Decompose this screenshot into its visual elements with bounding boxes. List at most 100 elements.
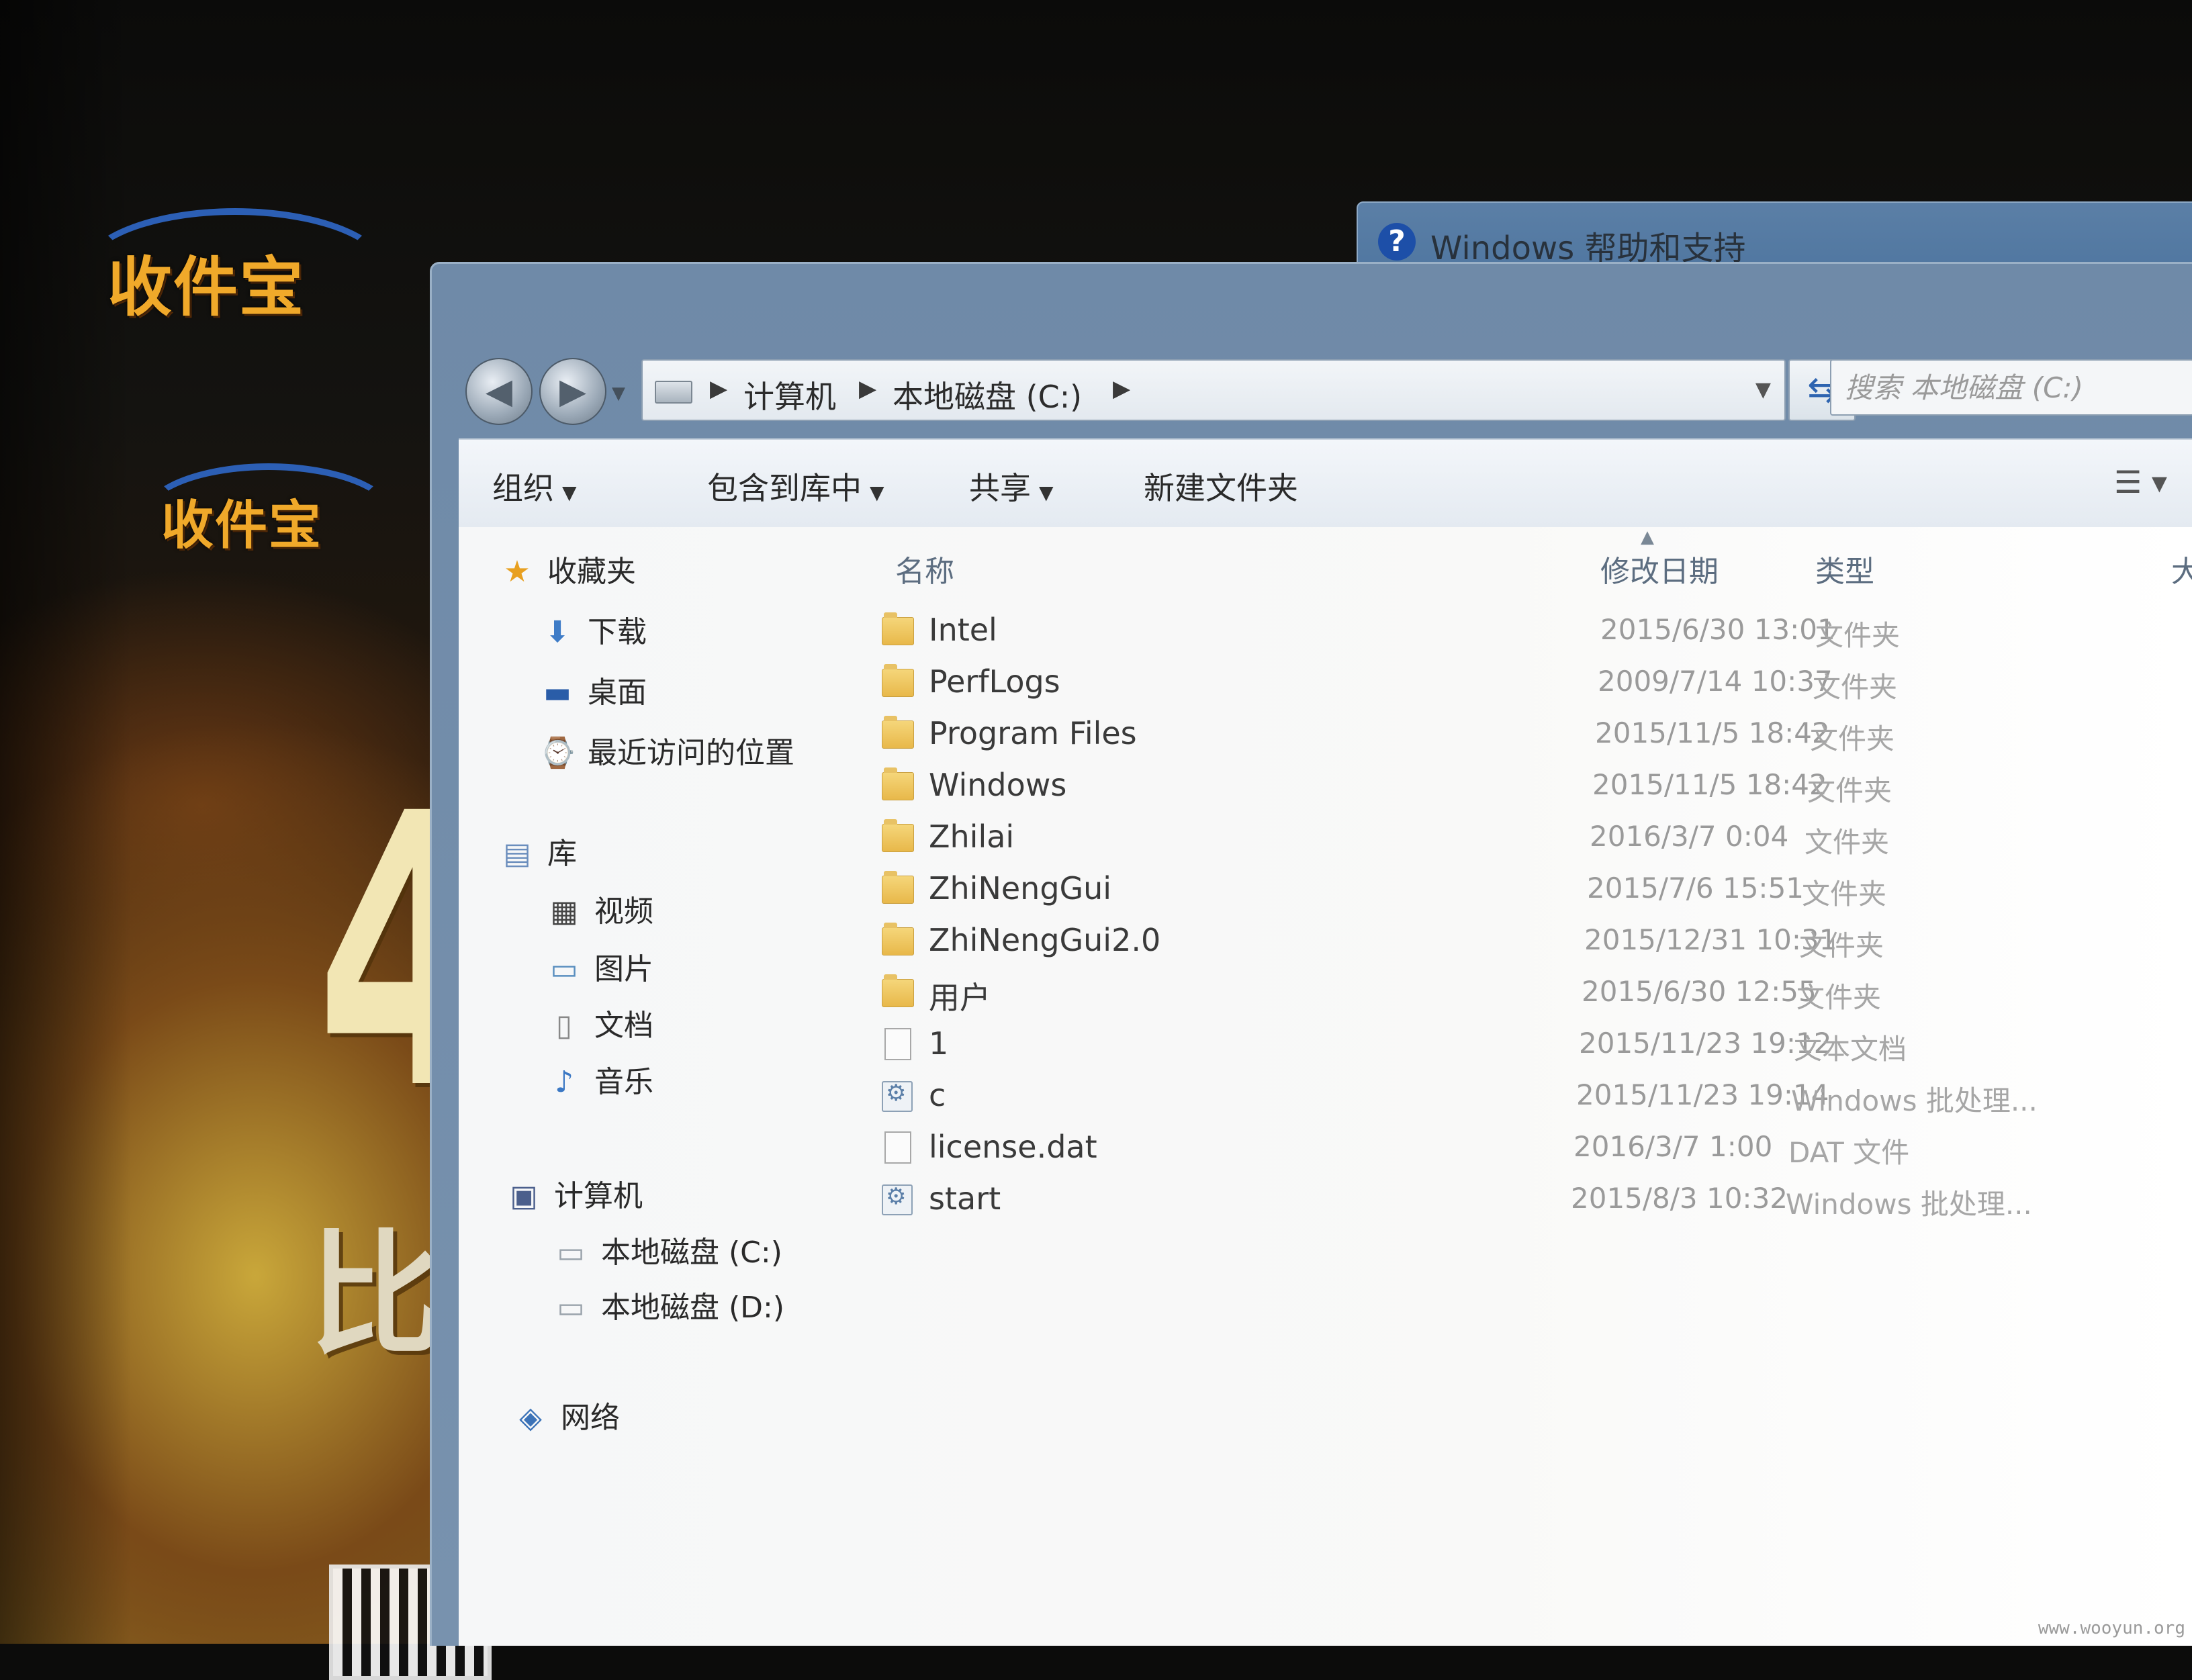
file-row[interactable]: Program Files 2015/11/5 18:42 文件夹 [875,711,2192,762]
file-row[interactable]: ZhiNengGui 2015/7/6 15:51 文件夹 [875,866,2192,917]
network-icon: ◈ [519,1401,542,1435]
kiosk-big-character: 比 [309,1217,444,1374]
nav-music-label: 音乐 [594,1065,653,1099]
nav-favorites-label: 收藏夹 [547,555,636,589]
file-row[interactable]: ZhiNengGui2.0 2015/12/31 10:31 文件夹 [875,918,2192,969]
file-list: ▲ 名称 修改日期 类型 大 Intel 2015/6/30 13:01 文件夹 Pe… [875,527,2192,1646]
nav-favorites[interactable]: ★ 收藏夹 [499,547,636,590]
file-modified-date: 2015/7/6 15:51 [1587,872,1805,904]
share-button[interactable]: 共享 ▼ [969,464,1054,508]
nav-drive-c[interactable]: ▭ 本地磁盘 (C:) [553,1228,782,1271]
content-area: ★ 收藏夹 ⬇ 下载 ▬ 桌面 ⌚ 最近访问的位置 ▤ 库 ▦ 视频 ▭ 图片 ▯ 文档 [459,527,2192,1646]
batch-file-icon [882,1183,913,1215]
nav-network[interactable]: ◈ 网络 [512,1393,620,1436]
file-type: Windows 批处理... [1791,1084,2038,1117]
folder-icon [882,716,914,749]
file-name: PerfLogs [929,663,1060,700]
file-row[interactable]: Windows 2015/11/5 18:42 文件夹 [875,763,2192,814]
file-name: Zhilai [929,819,1015,855]
file-row[interactable]: 1 2015/11/23 19:12 文本文档 [875,1021,2192,1072]
file-name: start [929,1180,1001,1217]
column-header-type[interactable]: 类型 [1815,547,1874,590]
nav-music[interactable]: ♪ 音乐 [546,1058,653,1101]
nav-network-label: 网络 [561,1401,620,1435]
search-input[interactable] [1830,359,2192,416]
file-name: ZhiNengGui2.0 [929,922,1161,958]
drive-icon: ▭ [557,1291,585,1325]
document-icon: ▯ [555,1009,573,1043]
chevron-down-icon: ▼ [870,481,884,504]
watermark: www.wooyun.org [2038,1618,2185,1638]
nav-libraries-label: 库 [547,837,577,871]
folder-icon [882,612,914,645]
organize-label: 组织 [492,470,554,506]
column-header-modified[interactable]: 修改日期 [1600,547,1719,590]
nav-documents-label: 文档 [594,1009,653,1043]
file-name: ZhiNengGui [929,870,1112,906]
file-row[interactable]: license.dat 2016/3/7 1:00 DAT 文件 [875,1125,2192,1176]
address-dropdown-icon[interactable]: ▼ [1755,378,1771,402]
folder-icon [882,664,914,697]
star-icon: ★ [504,555,531,589]
include-in-library-button[interactable]: 包含到库中 ▼ [707,464,884,508]
nav-pictures[interactable]: ▭ 图片 [546,945,653,988]
file-modified-date: 2016/3/7 1:00 [1573,1130,1773,1163]
file-modified-date: 2015/11/5 18:42 [1592,768,1827,801]
nav-recent-places[interactable]: ⌚ 最近访问的位置 [539,729,794,772]
navigation-bar: ◀ ▶ ▼ ▶ 计算机 ▶ 本地磁盘 (C:) ▶ ▼ ⇆ [432,264,2192,445]
file-type: 文本文档 [1794,1033,1907,1066]
file-row[interactable]: Intel 2015/6/30 13:01 文件夹 [875,608,2192,659]
file-name: 1 [929,1025,949,1062]
pictures-icon: ▭ [550,952,578,986]
file-modified-date: 2015/11/5 18:42 [1595,716,1830,749]
breadcrumb-computer[interactable]: 计算机 [743,373,836,417]
folder-icon [882,819,914,852]
nav-libraries[interactable]: ▤ 库 [499,829,577,872]
nav-drive-c-label: 本地磁盘 (C:) [601,1235,782,1270]
column-header-name[interactable]: 名称 [895,547,954,590]
file-type: 文件夹 [1796,981,1882,1014]
file-row[interactable]: 用户 2015/6/30 12:55 文件夹 [875,970,2192,1021]
file-row[interactable]: Zhilai 2016/3/7 0:04 文件夹 [875,814,2192,866]
breadcrumb-chevron-icon[interactable]: ▶ [1113,375,1130,402]
download-folder-icon: ⬇ [545,615,570,649]
file-type: DAT 文件 [1788,1136,1910,1169]
address-bar[interactable]: ▶ 计算机 ▶ 本地磁盘 (C:) ▶ ▼ [641,359,1786,421]
breadcrumb-drive-c[interactable]: 本地磁盘 (C:) [893,373,1082,417]
file-type: 文件夹 [1799,929,1884,962]
file-row[interactable]: c2015/11/23 19:14Windows 批处理... [875,1073,2192,1124]
nav-downloads-label: 下载 [588,615,647,649]
view-options-icon[interactable]: ☰ ▾ [2114,464,2167,500]
recent-pages-dropdown-icon[interactable]: ▼ [612,383,625,404]
nav-downloads[interactable]: ⬇ 下载 [539,608,647,651]
desktop-icon: ▬ [543,675,572,710]
file-modified-date: 2009/7/14 10:37 [1598,665,1833,698]
file-modified-date: 2015/8/3 10:32 [1571,1182,1788,1215]
file-row[interactable]: start 2015/8/3 10:32Windows 批处理... [875,1176,2192,1227]
file-type: 文件夹 [1805,826,1890,859]
library-icon: ▤ [503,837,531,871]
new-folder-label: 新建文件夹 [1144,470,1298,506]
help-icon: ? [1378,223,1416,261]
nav-desktop-label: 桌面 [588,675,647,710]
breadcrumb-chevron-icon[interactable]: ▶ [859,375,876,402]
nav-computer[interactable]: ▣ 计算机 [506,1172,643,1215]
back-button[interactable]: ◀ [465,358,533,425]
computer-icon: ▣ [510,1179,538,1213]
chevron-down-icon: ▼ [562,481,577,504]
forward-button[interactable]: ▶ [539,358,606,425]
file-modified-date: 2015/6/30 13:01 [1600,613,1835,646]
column-header-size[interactable]: 大 [2171,547,2192,590]
file-name: Program Files [929,715,1137,751]
nav-videos[interactable]: ▦ 视频 [546,887,653,930]
nav-documents[interactable]: ▯ 文档 [546,1001,653,1044]
navigation-pane: ★ 收藏夹 ⬇ 下载 ▬ 桌面 ⌚ 最近访问的位置 ▤ 库 ▦ 视频 ▭ 图片 ▯ 文档 [459,527,875,1646]
text-file-icon [884,1131,911,1164]
new-folder-button[interactable]: 新建文件夹 [1144,464,1298,508]
breadcrumb-chevron-icon[interactable]: ▶ [710,375,727,402]
organize-button[interactable]: 组织 ▼ [492,464,577,508]
explorer-window: ◀ ▶ ▼ ▶ 计算机 ▶ 本地磁盘 (C:) ▶ ▼ ⇆ 组织 ▼ 包含到库中 ▼… [430,262,2192,1646]
file-row[interactable]: PerfLogs 2009/7/14 10:37 文件夹 [875,659,2192,710]
nav-drive-d[interactable]: ▭ 本地磁盘 (D:) [553,1283,784,1326]
nav-desktop[interactable]: ▬ 桌面 [539,668,647,711]
